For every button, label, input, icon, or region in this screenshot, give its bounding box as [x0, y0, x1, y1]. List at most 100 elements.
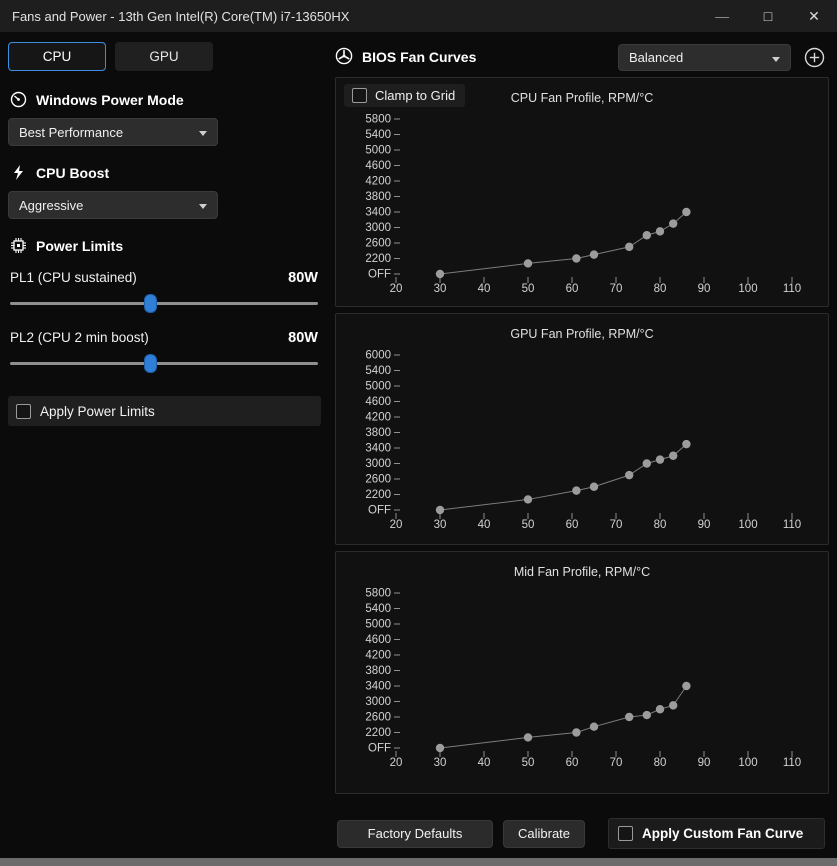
apply-custom-fan-curve-label: Apply Custom Fan Curve — [642, 826, 804, 841]
fan-curves-footer: Factory Defaults Calibrate Apply Custom … — [335, 818, 829, 849]
titlebar: Fans and Power - 13th Gen Intel(R) Core(… — [0, 0, 837, 32]
apply-custom-fan-curve-panel: Apply Custom Fan Curve — [608, 818, 825, 849]
boost-rocket-icon — [10, 164, 27, 181]
svg-text:6000: 6000 — [365, 350, 391, 362]
main-content: CPU GPU Windows Power Mode Best Performa… — [0, 32, 837, 858]
mid-fan-chart-title: Mid Fan Profile, RPM/°C — [513, 565, 651, 579]
window-title: Fans and Power - 13th Gen Intel(R) Core(… — [12, 8, 350, 24]
close-button[interactable]: ✕ — [791, 0, 837, 32]
svg-text:5000: 5000 — [365, 619, 391, 631]
fan-preset-select[interactable]: Balanced — [618, 43, 791, 71]
svg-text:40: 40 — [478, 757, 491, 769]
pl2-row: PL2 (CPU 2 min boost) 80W — [10, 330, 318, 346]
svg-text:30: 30 — [434, 283, 447, 295]
window-controls: — □ ✕ — [699, 0, 837, 32]
svg-text:5400: 5400 — [365, 603, 391, 615]
chevron-down-icon — [772, 56, 780, 62]
svg-text:4600: 4600 — [365, 160, 391, 172]
svg-text:80: 80 — [654, 519, 667, 531]
svg-text:70: 70 — [610, 757, 623, 769]
svg-text:3400: 3400 — [365, 681, 391, 693]
settings-panel: CPU GPU Windows Power Mode Best Performa… — [0, 32, 330, 858]
fan-curves-panel: BIOS Fan Curves Balanced Clamp to Grid C… — [335, 32, 829, 858]
svg-text:5400: 5400 — [365, 365, 391, 377]
pl1-slider-track[interactable] — [10, 302, 318, 305]
svg-text:110: 110 — [783, 283, 801, 295]
taskbar-strip — [0, 858, 837, 866]
mid-fan-chart-card: Mid Fan Profile, RPM/°C OFF 2200 2600 3000 3… — [335, 551, 829, 794]
pl2-label: PL2 (CPU 2 min boost) — [10, 330, 149, 345]
svg-text:OFF: OFF — [368, 505, 391, 517]
svg-text:4600: 4600 — [365, 634, 391, 646]
cpu-fan-chart[interactable]: OFF 2200 2600 3000 3400 3800 4200 4600 5000 5400 5… — [336, 108, 830, 313]
svg-text:2200: 2200 — [365, 253, 391, 265]
cpu-boost-select[interactable]: Aggressive — [8, 191, 218, 219]
svg-text:5800: 5800 — [365, 114, 391, 126]
maximize-button[interactable]: □ — [745, 0, 791, 32]
apply-custom-fan-curve-checkbox[interactable] — [618, 826, 633, 841]
svg-text:3000: 3000 — [365, 458, 391, 470]
svg-text:20: 20 — [390, 519, 403, 531]
app-window: Fans and Power - 13th Gen Intel(R) Core(… — [0, 0, 837, 866]
power-limits-label: Power Limits — [36, 237, 124, 254]
cpu-boost-label: CPU Boost — [36, 164, 110, 181]
svg-text:110: 110 — [783, 519, 801, 531]
svg-text:40: 40 — [478, 519, 491, 531]
svg-text:100: 100 — [738, 283, 757, 295]
gpu-fan-chart-card: GPU Fan Profile, RPM/°C OFF 2200 2600 3000 3… — [335, 313, 829, 545]
factory-defaults-button[interactable]: Factory Defaults — [337, 819, 493, 848]
chevron-down-icon — [199, 204, 207, 209]
device-tabs: CPU GPU — [8, 42, 322, 71]
svg-text:5000: 5000 — [365, 145, 391, 157]
mid-fan-chart[interactable]: OFF 2200 2600 3000 3400 3800 4200 4600 5000 5400 5… — [336, 582, 830, 787]
gpu-fan-chart[interactable]: OFF 2200 2600 3000 3400 3800 4200 4600 5000 5400 6… — [336, 344, 830, 549]
apply-power-limits-label: Apply Power Limits — [40, 403, 155, 419]
svg-text:4600: 4600 — [365, 396, 391, 408]
svg-text:2600: 2600 — [365, 238, 391, 250]
svg-text:20: 20 — [390, 283, 403, 295]
svg-text:3800: 3800 — [365, 665, 391, 677]
svg-text:30: 30 — [434, 519, 447, 531]
tab-gpu[interactable]: GPU — [115, 42, 213, 71]
svg-text:80: 80 — [654, 757, 667, 769]
apply-power-limits-checkbox[interactable] — [16, 403, 31, 419]
svg-text:60: 60 — [566, 283, 579, 295]
pl2-slider[interactable] — [10, 352, 318, 374]
power-mode-value: Best Performance — [19, 124, 124, 140]
svg-text:2600: 2600 — [365, 712, 391, 724]
svg-text:60: 60 — [566, 757, 579, 769]
calibrate-button[interactable]: Calibrate — [503, 819, 585, 848]
power-mode-select[interactable]: Best Performance — [8, 118, 218, 146]
svg-text:OFF: OFF — [368, 269, 391, 281]
pl1-slider-thumb[interactable] — [144, 294, 158, 313]
power-mode-gauge-icon — [10, 91, 27, 108]
clamp-to-grid-control: Clamp to Grid — [344, 84, 466, 107]
gpu-fan-chart-title: GPU Fan Profile, RPM/°C — [510, 327, 654, 341]
pl2-slider-track[interactable] — [10, 362, 318, 365]
minimize-button[interactable]: — — [699, 0, 745, 32]
svg-text:100: 100 — [738, 519, 757, 531]
chevron-down-icon — [199, 131, 207, 136]
add-preset-button[interactable] — [804, 47, 825, 68]
fan-preset-value: Balanced — [629, 49, 684, 65]
svg-text:5400: 5400 — [365, 129, 391, 141]
pl2-slider-thumb[interactable] — [144, 354, 158, 373]
fan-curves-header: BIOS Fan Curves Balanced — [335, 43, 829, 71]
svg-text:5000: 5000 — [365, 381, 391, 393]
tab-cpu[interactable]: CPU — [8, 42, 106, 71]
svg-text:50: 50 — [522, 757, 535, 769]
cpu-chip-icon — [10, 237, 27, 254]
svg-text:3000: 3000 — [365, 696, 391, 708]
svg-text:60: 60 — [566, 519, 579, 531]
svg-text:70: 70 — [610, 283, 623, 295]
svg-text:4200: 4200 — [365, 176, 391, 188]
clamp-to-grid-checkbox[interactable] — [352, 88, 367, 103]
svg-text:3400: 3400 — [365, 443, 391, 455]
clamp-to-grid-label: Clamp to Grid — [375, 88, 456, 103]
fan-icon — [335, 47, 353, 68]
svg-text:110: 110 — [783, 757, 801, 769]
pl1-slider[interactable] — [10, 292, 318, 314]
svg-text:30: 30 — [434, 757, 447, 769]
svg-text:2200: 2200 — [365, 489, 391, 501]
svg-text:80: 80 — [654, 283, 667, 295]
